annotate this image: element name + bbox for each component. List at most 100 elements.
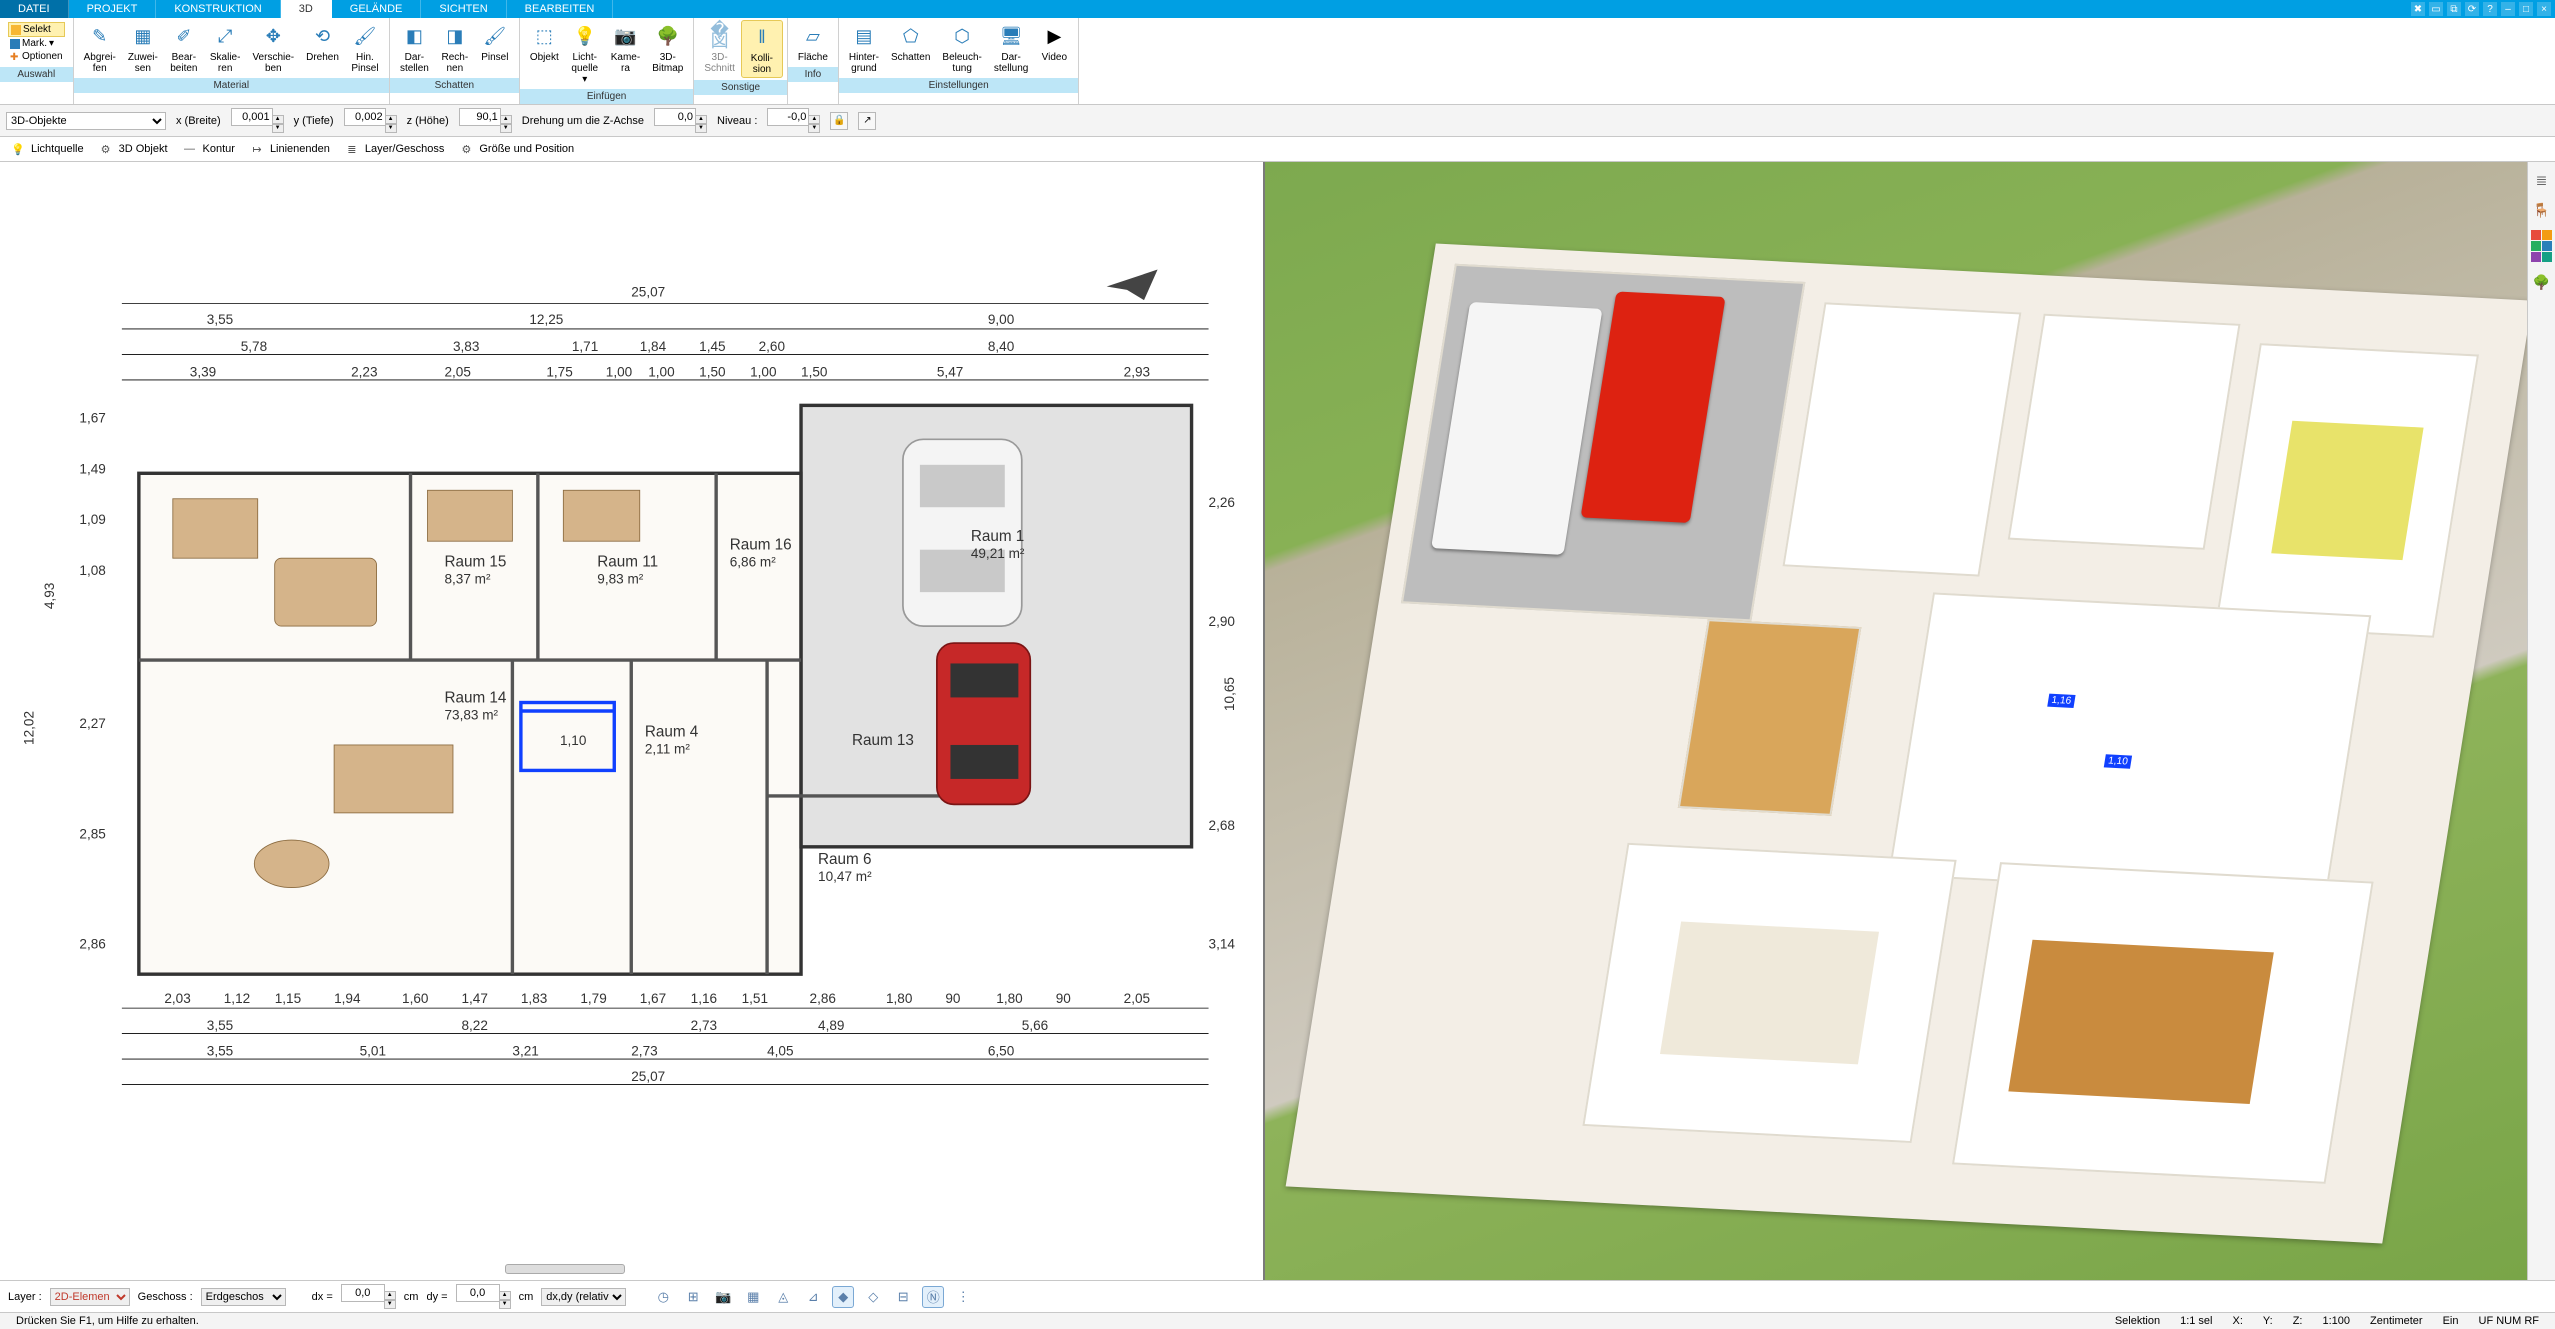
niveau-input[interactable]: [767, 108, 809, 126]
tab-datei[interactable]: DATEI: [0, 0, 69, 18]
sonstige-schnitt[interactable]: �図3D- Schnitt: [698, 20, 741, 78]
material-verschieben[interactable]: ✥Verschie- ben: [246, 20, 300, 76]
options-button[interactable]: ✚Optionen: [8, 50, 65, 63]
schatten-rechnen[interactable]: ◨Rech- nen: [435, 20, 475, 76]
z-input[interactable]: [459, 108, 501, 126]
tab-konstruktion[interactable]: KONSTRUKTION: [156, 0, 280, 18]
clock-icon[interactable]: ◷: [652, 1286, 674, 1308]
einfuegen-kamera[interactable]: 📷Kame- ra: [605, 20, 646, 87]
einst-hintergrund[interactable]: ▤Hinter- grund: [843, 20, 885, 76]
material-drehen[interactable]: ⟲Drehen: [300, 20, 345, 76]
material-bearbeiten[interactable]: ✐Bear- beiten: [164, 20, 204, 76]
geschoss-select[interactable]: Erdgeschos: [201, 1288, 286, 1306]
y-input[interactable]: [344, 108, 386, 126]
dy-input[interactable]: [456, 1284, 500, 1302]
north-icon[interactable]: Ⓝ: [922, 1286, 944, 1308]
btn-3dobjekt[interactable]: ⚙3D Objekt: [98, 141, 168, 157]
3d-view[interactable]: 1,16 1,10: [1265, 162, 2528, 1280]
spin-down[interactable]: ▼: [385, 124, 397, 133]
btn-groesse[interactable]: ⚙Größe und Position: [458, 141, 574, 157]
spin-down[interactable]: ▼: [500, 124, 512, 133]
grid-icon[interactable]: ▦: [742, 1286, 764, 1308]
spin-up[interactable]: ▲: [272, 115, 284, 124]
material-zuweisen[interactable]: ▦Zuwei- sen: [122, 20, 164, 76]
chair-icon[interactable]: 🪑: [2532, 200, 2552, 220]
sonstige-kollision[interactable]: ‖Kolli- sion: [741, 20, 783, 78]
spin-up[interactable]: ▲: [695, 115, 707, 124]
schatten-darstellen[interactable]: ◧Dar- stellen: [394, 20, 435, 76]
einst-video[interactable]: ▶Video: [1034, 20, 1074, 76]
svg-text:1,50: 1,50: [699, 365, 726, 380]
snap-icon[interactable]: ◬: [772, 1286, 794, 1308]
layers-icon[interactable]: ≣: [2532, 170, 2552, 190]
horizontal-scrollbar[interactable]: [505, 1264, 625, 1274]
color-palette[interactable]: [2531, 230, 2552, 262]
wire-icon[interactable]: ◇: [862, 1286, 884, 1308]
einst-schatten[interactable]: ⬠Schatten: [885, 20, 936, 76]
btn-lichtquelle[interactable]: 💡Lichtquelle: [10, 141, 84, 157]
spin-down[interactable]: ▼: [808, 124, 820, 133]
tab-projekt[interactable]: PROJEKT: [69, 0, 157, 18]
svg-text:1,50: 1,50: [801, 365, 828, 380]
maximize-icon[interactable]: □: [2519, 2, 2533, 16]
einst-darstellung[interactable]: 🖥Dar- stellung: [988, 20, 1034, 76]
grid2-icon[interactable]: ⊟: [892, 1286, 914, 1308]
schatten-pinsel[interactable]: 🖌Pinsel: [475, 20, 515, 76]
camera-icon[interactable]: 📷: [712, 1286, 734, 1308]
tab-sichten[interactable]: SICHTEN: [421, 0, 506, 18]
view-icon[interactable]: ⊞: [682, 1286, 704, 1308]
einfuegen-objekt[interactable]: ⬚Objekt: [524, 20, 565, 87]
ortho-icon[interactable]: ⊿: [802, 1286, 824, 1308]
object-type-select[interactable]: 3D-Objekte: [6, 112, 166, 130]
coord-mode-select[interactable]: dx,dy (relativ ka: [541, 1288, 626, 1306]
rotate-icon: ⟲: [309, 22, 337, 50]
btn-kontur[interactable]: —Kontur: [182, 141, 235, 157]
spin-up[interactable]: ▲: [500, 115, 512, 124]
info-flaeche[interactable]: ▱Fläche: [792, 20, 834, 65]
select-mode[interactable]: Selekt: [8, 22, 65, 37]
minimize-icon[interactable]: –: [2501, 2, 2515, 16]
lock-icon[interactable]: 🔒: [830, 112, 848, 130]
menu-tabbar: DATEI PROJEKT KONSTRUKTION 3D GELÄNDE SI…: [0, 0, 2555, 18]
material-abgreifen[interactable]: ✎Abgrei- fen: [78, 20, 122, 76]
einfuegen-lichtquelle[interactable]: 💡Licht- quelle ▾: [565, 20, 605, 87]
rotation-input[interactable]: [654, 108, 696, 126]
tree-icon[interactable]: 🌳: [2532, 272, 2552, 292]
svg-text:1,94: 1,94: [334, 991, 361, 1006]
layer-select[interactable]: 2D-Elemen: [50, 1288, 130, 1306]
status-y: Y:: [2253, 1315, 2283, 1327]
btn-linienenden[interactable]: ↦Linienenden: [249, 141, 330, 157]
spin-down[interactable]: ▼: [272, 124, 284, 133]
mark-mode[interactable]: Mark. ▾: [8, 37, 65, 50]
tab-gelaende[interactable]: GELÄNDE: [332, 0, 422, 18]
spin-up[interactable]: ▲: [385, 115, 397, 124]
dx-input[interactable]: [341, 1284, 385, 1302]
secondary-toolbar: 💡Lichtquelle ⚙3D Objekt —Kontur ↦Liniene…: [0, 137, 2555, 162]
material-hinpinsel[interactable]: 🖌Hin. Pinsel: [345, 20, 385, 76]
popout-icon[interactable]: ↗: [858, 112, 876, 130]
svg-text:6,50: 6,50: [988, 1044, 1015, 1059]
dimension-marker: 1,10: [2104, 754, 2132, 768]
spin-up[interactable]: ▲: [808, 115, 820, 124]
svg-text:2,05: 2,05: [444, 365, 470, 380]
einfuegen-bitmap[interactable]: 🌳3D- Bitmap: [646, 20, 689, 87]
material-skalieren[interactable]: ⤢Skalie- ren: [204, 20, 247, 76]
x-input[interactable]: [231, 108, 273, 126]
spin-down[interactable]: ▼: [695, 124, 707, 133]
svg-text:3,55: 3,55: [207, 1018, 233, 1033]
svg-text:90: 90: [1056, 991, 1072, 1006]
einst-beleuchtung[interactable]: ⬡Beleuch- tung: [936, 20, 987, 76]
help-icon[interactable]: ?: [2483, 2, 2497, 16]
btn-layer[interactable]: ≣Layer/Geschoss: [344, 141, 444, 157]
close-icon[interactable]: ×: [2537, 2, 2551, 16]
tool-icon[interactable]: ▭: [2429, 2, 2443, 16]
more-icon[interactable]: ⋮: [952, 1286, 974, 1308]
tool-icon[interactable]: ✖: [2411, 2, 2425, 16]
tab-bearbeiten[interactable]: BEARBEITEN: [507, 0, 614, 18]
floorplan-view[interactable]: 25,07 3,55 12,25 9,00 5,78 3,83 1,71 1,8…: [0, 162, 1265, 1280]
status-ratio: 1:1 sel: [2170, 1315, 2222, 1327]
shade-icon[interactable]: ◆: [832, 1286, 854, 1308]
tool-icon[interactable]: ⧉: [2447, 2, 2461, 16]
tool-icon[interactable]: ⟳: [2465, 2, 2479, 16]
tab-3d[interactable]: 3D: [281, 0, 332, 18]
